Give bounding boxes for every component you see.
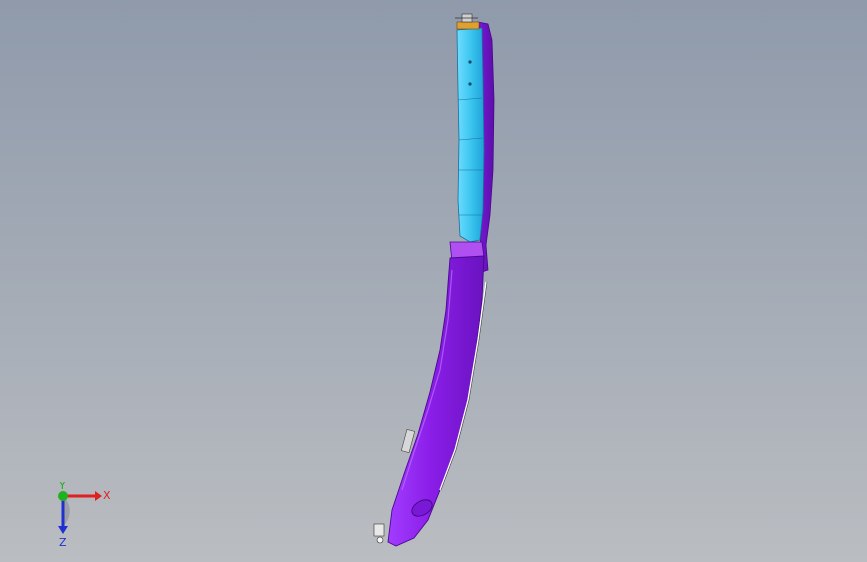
z-axis-arrow <box>58 526 68 534</box>
y-axis-label: Y <box>58 482 66 492</box>
x-axis-arrow <box>95 491 102 501</box>
graphics-viewport[interactable]: X Y Z <box>0 0 867 562</box>
top-fastener <box>455 13 480 30</box>
y-axis-dot <box>58 491 68 501</box>
upper-cyan-part <box>456 27 485 243</box>
bottom-fastener <box>373 523 385 544</box>
orientation-triad: X Y Z <box>58 482 111 549</box>
x-axis-label: X <box>103 489 111 502</box>
cad-model-view[interactable] <box>0 0 867 562</box>
z-axis-label: Z <box>59 536 67 549</box>
cyan-hole-2 <box>468 82 472 86</box>
cyan-hole-1 <box>468 60 472 64</box>
lower-purple-arm <box>387 255 485 547</box>
